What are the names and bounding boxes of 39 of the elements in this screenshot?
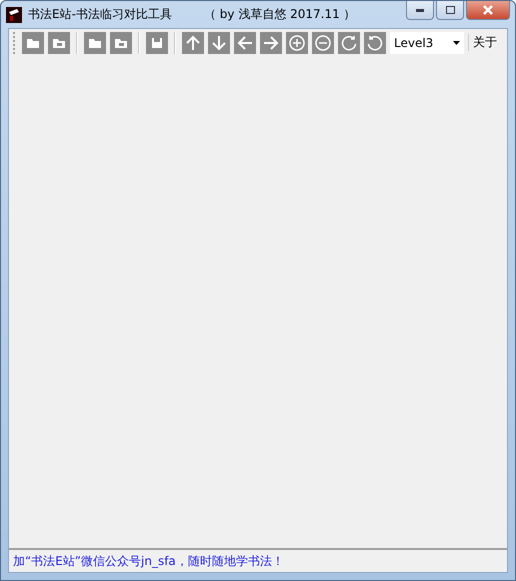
window-title: 书法E站-书法临习对比工具 [28, 6, 172, 23]
arrow-up-icon [185, 34, 201, 50]
close-icon [482, 5, 494, 15]
dropdown-caret-icon [453, 40, 460, 44]
folder-icon [52, 36, 66, 48]
zoom-out-icon [315, 34, 331, 50]
toolbar-button[interactable] [208, 32, 230, 54]
toolbar-button[interactable] [84, 32, 106, 54]
arrow-right-icon [263, 34, 279, 50]
toolbar-button[interactable] [234, 32, 256, 54]
minimize-button[interactable] [406, 1, 434, 20]
folder-icon [114, 36, 128, 48]
toolbar-button[interactable] [146, 32, 168, 54]
status-text: 加“书法E站”微信公众号jn_sfa，随时随地学书法！ [13, 552, 284, 570]
rotate-icon [341, 34, 357, 50]
toolbar-button[interactable] [338, 32, 360, 54]
folder-icon [26, 36, 40, 48]
zoom-in-icon [289, 34, 305, 50]
toolbar-button[interactable] [182, 32, 204, 54]
minimize-icon [416, 8, 424, 12]
maximize-icon [446, 6, 454, 14]
about-button[interactable]: 关于 [468, 34, 499, 51]
toolbar-button[interactable] [22, 32, 44, 54]
arrow-left-icon [237, 34, 253, 50]
arrow-down-icon [211, 34, 227, 50]
maximize-button[interactable] [436, 1, 464, 20]
toolbar-button[interactable] [260, 32, 282, 54]
toolbar-button[interactable] [110, 32, 132, 54]
toolbar-button[interactable] [364, 32, 386, 54]
close-button[interactable] [466, 1, 510, 20]
toolbar-button[interactable] [286, 32, 308, 54]
window-subtitle: （ by 浅草自悠 2017.11 ） [204, 6, 356, 23]
toolbar-button[interactable] [48, 32, 70, 54]
folder-icon [88, 36, 102, 48]
level-select[interactable]: Level3 [390, 32, 464, 54]
save-icon [151, 36, 163, 48]
rotate-icon [367, 34, 383, 50]
app-icon [6, 6, 22, 22]
toolbar-button[interactable] [312, 32, 334, 54]
